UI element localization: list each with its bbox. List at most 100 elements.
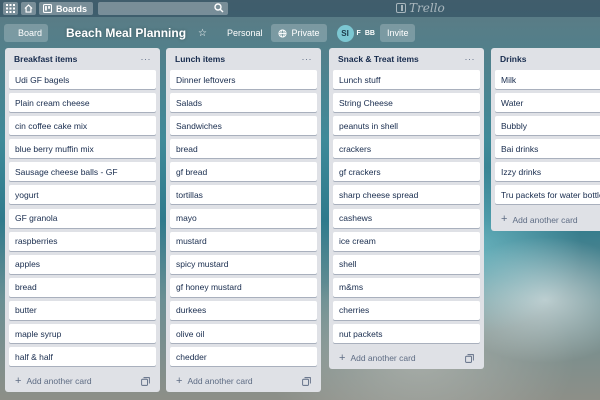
card[interactable]: Tru packets for water bottles (495, 185, 600, 205)
card[interactable]: String Cheese (333, 93, 480, 113)
logo-text: Trello (409, 1, 445, 15)
card[interactable]: cin coffee cake mix (9, 116, 156, 136)
privacy-button[interactable]: Private (270, 24, 327, 42)
add-card-button[interactable]: + Add another card (15, 374, 92, 387)
list-breakfast[interactable]: Breakfast items ··· Udi GF bagels Plain … (5, 48, 160, 393)
add-card-button[interactable]: + Add another card (176, 374, 253, 387)
card[interactable]: m&ms (333, 277, 480, 297)
card[interactable]: durkees (170, 300, 317, 320)
card[interactable]: GF granola (9, 208, 156, 228)
card[interactable]: cherries (333, 300, 480, 320)
add-card-button[interactable]: + Add another card (501, 214, 578, 225)
card[interactable]: spicy mustard (170, 254, 317, 274)
card[interactable]: Water (495, 93, 600, 113)
card[interactable]: Udi GF bagels (9, 70, 156, 89)
list-footer: + Add another card (9, 370, 156, 392)
more-icon[interactable]: ··· (465, 54, 476, 64)
card[interactable]: crackers (333, 139, 480, 159)
search-input[interactable] (98, 2, 229, 15)
card-template-icon[interactable] (465, 353, 474, 363)
card[interactable]: half & half (9, 347, 156, 367)
invite-label: Invite (386, 28, 409, 38)
plus-icon: + (339, 351, 346, 364)
top-bar: Boards Trello (0, 0, 600, 17)
more-icon[interactable]: ··· (302, 54, 313, 64)
plus-icon: + (176, 374, 183, 387)
more-icon[interactable]: ··· (141, 54, 152, 64)
card[interactable]: yogurt (9, 185, 156, 205)
member-initial[interactable]: F (357, 30, 361, 37)
board-title[interactable]: Beach Meal Planning (66, 26, 186, 40)
card[interactable]: sharp cheese spread (333, 185, 480, 205)
card[interactable]: maple syrup (9, 324, 156, 344)
card[interactable]: bread (9, 277, 156, 297)
card[interactable]: mayo (170, 208, 317, 228)
personal-label: Personal (227, 28, 263, 38)
card[interactable]: ice cream (333, 231, 480, 251)
list-header: Snack & Treat items ··· (333, 48, 480, 70)
card[interactable]: gf crackers (333, 162, 480, 182)
list-header: Lunch items ··· (170, 48, 317, 70)
list-footer: + Add another card (495, 209, 600, 231)
list-footer: + Add another card (333, 347, 480, 369)
card[interactable]: cashews (333, 208, 480, 228)
card[interactable]: Lunch stuff (333, 70, 480, 89)
boards-button[interactable]: Boards (39, 2, 94, 15)
card[interactable]: Bai drinks (495, 139, 600, 159)
boards-icon (43, 4, 53, 14)
card[interactable]: Dinner leftovers (170, 70, 317, 89)
trello-logo: Trello (396, 1, 445, 15)
card[interactable]: Milk (495, 70, 600, 89)
card[interactable]: Sandwiches (170, 116, 317, 136)
list-header: Drinks (495, 48, 600, 70)
card-template-icon[interactable] (302, 376, 311, 386)
card[interactable]: gf bread (170, 162, 317, 182)
add-card-button[interactable]: + Add another card (339, 351, 416, 364)
home-button[interactable] (21, 2, 36, 15)
card-template-icon[interactable] (141, 376, 150, 386)
card[interactable]: Sausage cheese balls - GF (9, 162, 156, 182)
card[interactable]: apples (9, 254, 156, 274)
card[interactable]: Salads (170, 93, 317, 113)
list-title[interactable]: Snack & Treat items (338, 54, 419, 64)
plus-icon: + (15, 374, 22, 387)
list-header: Breakfast items ··· (9, 48, 156, 70)
card[interactable]: gf honey mustard (170, 277, 317, 297)
card[interactable]: blue berry muffin mix (9, 139, 156, 159)
list-title[interactable]: Breakfast items (14, 54, 77, 64)
add-card-label: Add another card (26, 376, 92, 387)
card[interactable]: bread (170, 139, 317, 159)
card[interactable]: Bubbly (495, 116, 600, 136)
card[interactable]: olive oil (170, 324, 317, 344)
star-icon[interactable]: ☆ (198, 28, 207, 39)
trello-logo-icon (396, 3, 406, 13)
list-lunch[interactable]: Lunch items ··· Dinner leftovers Salads … (166, 48, 321, 393)
board-header: Board Beach Meal Planning ☆ Personal Pri… (0, 22, 600, 44)
card[interactable]: raspberries (9, 231, 156, 251)
card[interactable]: nut packets (333, 324, 480, 344)
apps-grid-icon (6, 4, 15, 13)
board-dropdown[interactable]: Board (4, 24, 48, 42)
card[interactable]: butter (9, 300, 156, 320)
home-icon (24, 4, 33, 13)
list-title[interactable]: Lunch items (175, 54, 225, 64)
avatar[interactable]: SI (336, 24, 354, 42)
personal-button[interactable]: Personal (225, 24, 265, 42)
invite-button[interactable]: Invite (379, 24, 416, 42)
list-snack-treat[interactable]: Snack & Treat items ··· Lunch stuff Stri… (329, 48, 484, 370)
list-drinks[interactable]: Drinks Milk Water Bubbly Bai drinks Izzy… (491, 48, 600, 231)
card[interactable]: mustard (170, 231, 317, 251)
add-card-label: Add another card (187, 376, 253, 387)
add-card-label: Add another card (350, 353, 416, 364)
card[interactable]: shell (333, 254, 480, 274)
card[interactable]: Izzy drinks (495, 162, 600, 182)
plus-icon: + (501, 213, 508, 226)
member-badge[interactable]: BB (365, 30, 375, 37)
list-title[interactable]: Drinks (500, 54, 526, 64)
card[interactable]: peanuts in shell (333, 116, 480, 136)
card[interactable]: chedder (170, 347, 317, 367)
card[interactable]: Plain cream cheese (9, 93, 156, 113)
card[interactable]: tortillas (170, 185, 317, 205)
apps-button[interactable] (3, 2, 18, 15)
search-icon (214, 3, 224, 13)
